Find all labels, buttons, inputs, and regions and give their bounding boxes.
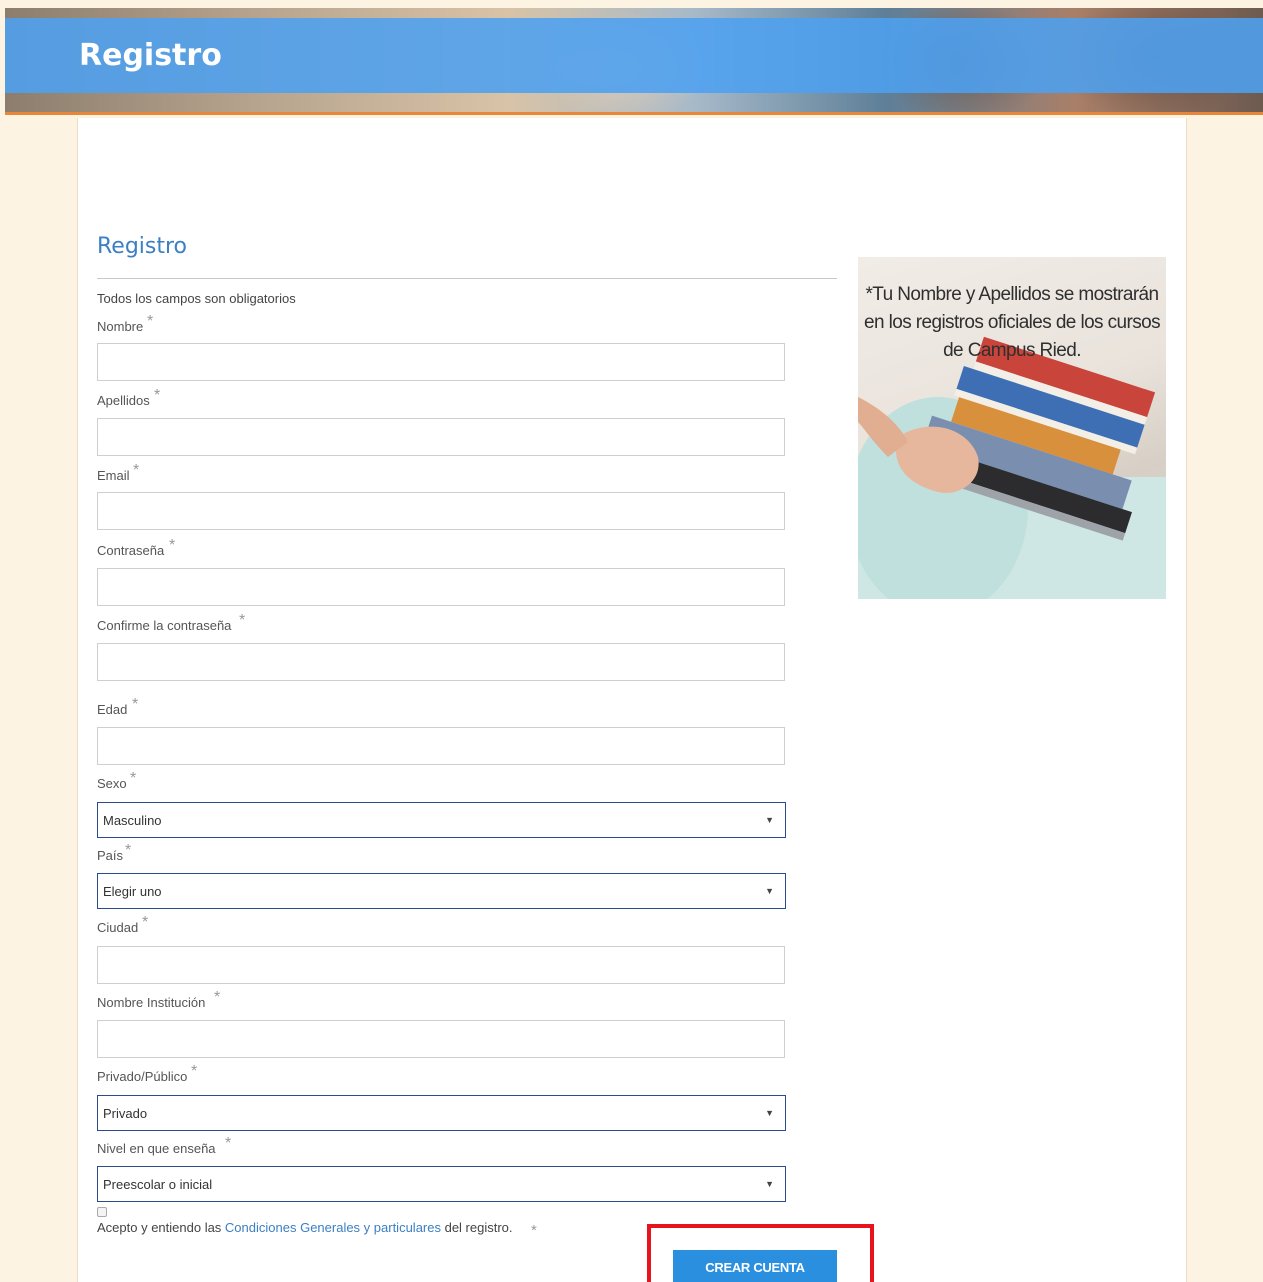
form-title: Registro: [97, 234, 188, 259]
dropdown-arrow-icon: ▼: [765, 886, 774, 896]
nivel-selected-value: Preescolar o inicial: [103, 1176, 213, 1192]
nivel-label: Nivel en que enseña: [97, 1141, 216, 1156]
required-asterisk-icon: *: [132, 696, 139, 713]
ciudad-input[interactable]: [97, 946, 785, 984]
institucion-label: Nombre Institución: [97, 995, 206, 1010]
dropdown-arrow-icon: ▼: [765, 1108, 774, 1118]
page-title: Registro: [79, 38, 222, 73]
confirm-password-input[interactable]: [97, 643, 785, 681]
pais-selected-value: Elegir uno: [103, 883, 162, 899]
privado-publico-select[interactable]: Privado ▼: [97, 1095, 786, 1131]
nivel-select[interactable]: Preescolar o inicial ▼: [97, 1166, 786, 1202]
header-banner: Registro: [5, 8, 1263, 115]
apellidos-label: Apellidos: [97, 393, 150, 408]
pais-label: País: [97, 848, 124, 863]
dropdown-arrow-icon: ▼: [765, 815, 774, 825]
side-promo-image: *Tu Nombre y Apellidos se mostrarán en l…: [858, 257, 1166, 599]
terms-text: Acepto y entiendo las Condiciones Genera…: [97, 1220, 513, 1235]
required-asterisk-icon: *: [239, 612, 246, 629]
confirm-password-label: Confirme la contraseña: [97, 618, 232, 633]
sexo-select[interactable]: Masculino ▼: [97, 802, 786, 838]
sexo-selected-value: Masculino: [103, 812, 162, 828]
required-asterisk-icon: *: [154, 387, 161, 404]
edad-label: Edad: [97, 702, 128, 717]
email-label: Email: [97, 468, 130, 483]
institucion-input[interactable]: [97, 1020, 785, 1058]
dropdown-arrow-icon: ▼: [765, 1179, 774, 1189]
apellidos-input[interactable]: [97, 418, 785, 456]
required-asterisk-icon: *: [147, 313, 154, 330]
edad-input[interactable]: [97, 727, 785, 765]
privado-label: Privado/Público: [97, 1069, 188, 1084]
required-asterisk-icon: *: [531, 1222, 537, 1239]
terms-link[interactable]: Condiciones Generales y particulares: [225, 1220, 441, 1235]
privado-selected-value: Privado: [103, 1105, 148, 1121]
terms-prefix: Acepto y entiendo las: [97, 1220, 225, 1235]
required-asterisk-icon: *: [214, 989, 221, 1006]
email-input[interactable]: [97, 492, 785, 530]
required-asterisk-icon: *: [191, 1063, 198, 1080]
password-input[interactable]: [97, 568, 785, 606]
title-divider: [97, 278, 837, 279]
required-asterisk-icon: *: [125, 842, 132, 859]
required-asterisk-icon: *: [130, 770, 137, 787]
required-asterisk-icon: *: [169, 537, 176, 554]
ciudad-label: Ciudad: [97, 920, 139, 935]
nombre-label: Nombre: [97, 319, 144, 334]
required-asterisk-icon: *: [142, 914, 149, 931]
pais-select[interactable]: Elegir uno ▼: [97, 873, 786, 909]
contrasena-label: Contraseña: [97, 543, 165, 558]
sexo-label: Sexo: [97, 776, 127, 791]
nombre-input[interactable]: [97, 343, 785, 381]
terms-checkbox[interactable]: [97, 1207, 107, 1217]
crear-cuenta-button[interactable]: CREAR CUENTA: [673, 1250, 837, 1282]
terms-suffix: del registro.: [440, 1220, 513, 1235]
side-image-caption: *Tu Nombre y Apellidos se mostrarán en l…: [864, 284, 1161, 361]
required-asterisk-icon: *: [225, 1135, 232, 1152]
required-asterisk-icon: *: [133, 462, 140, 479]
required-note: Todos los campos son obligatorios: [97, 291, 296, 306]
